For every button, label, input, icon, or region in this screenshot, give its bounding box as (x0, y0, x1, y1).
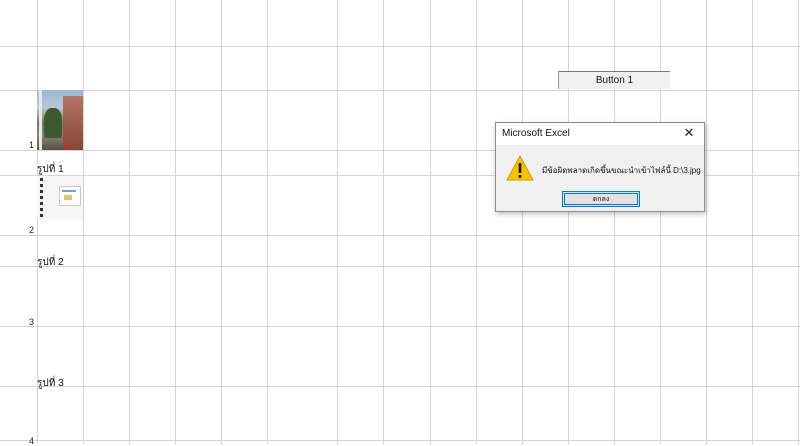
worksheet-grid[interactable] (0, 0, 800, 444)
inserted-picture-1[interactable] (37, 90, 83, 150)
dialog-title: Microsoft Excel (502, 128, 570, 139)
dialog-message: มีข้อผิดพลาดเกิดขึ้นขณะนำเข้าไฟล์นี้ D:\… (542, 166, 701, 175)
row-number-1: 1 (29, 140, 35, 150)
error-dialog: Microsoft Excel ✕ มีข้อผิดพลาดเกิดขึ้นขณ… (495, 122, 705, 212)
picture-label-3: รูปที่ 3 (37, 378, 64, 389)
inserted-picture-2[interactable] (37, 176, 83, 220)
warning-icon (506, 155, 534, 181)
row-number-2: 2 (29, 225, 35, 235)
picture-label-1: รูปที่ 1 (37, 164, 64, 175)
row-number-3: 3 (29, 317, 35, 327)
button-1[interactable]: Button 1 (558, 71, 670, 89)
ok-button[interactable]: ตกลง (562, 191, 640, 207)
close-icon[interactable]: ✕ (682, 126, 696, 140)
dialog-titlebar[interactable]: Microsoft Excel ✕ (496, 123, 704, 145)
dialog-body: มีข้อผิดพลาดเกิดขึ้นขณะนำเข้าไฟล์นี้ D:\… (496, 145, 704, 211)
picture-label-2: รูปที่ 2 (37, 257, 64, 268)
row-number-4: 4 (29, 436, 35, 446)
